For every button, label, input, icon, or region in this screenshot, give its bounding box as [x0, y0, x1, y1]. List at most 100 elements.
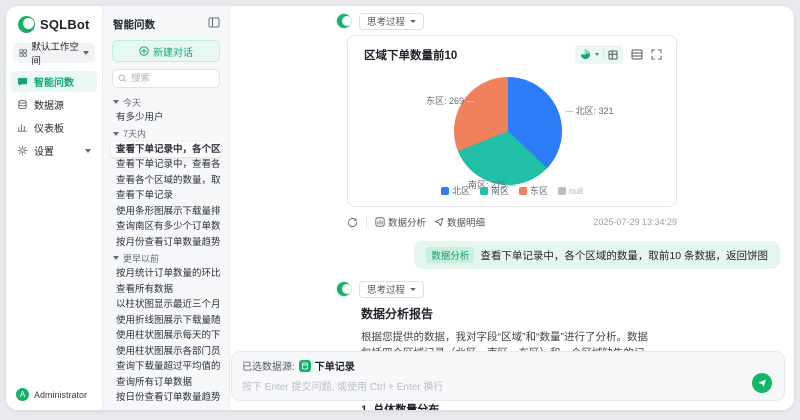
user-account[interactable]: A Administrator	[6, 380, 102, 410]
chat-area: 思考过程 区域下单数量前10 北区: 321 东区: 269 南区: 275 北…	[230, 6, 794, 410]
report-section-heading: 1. 总体数量分布	[361, 404, 440, 410]
history-item[interactable]: 查看下单记录中，查看各个区域的...	[111, 157, 221, 173]
history-item[interactable]: 查询所有订单数据	[111, 375, 221, 391]
divider	[603, 49, 604, 60]
nav-label: 设置	[34, 147, 54, 158]
history-list: 今天 有多少用户 7天内 查看下单记录中，各个区域的数量...查看下单记录中，查…	[103, 90, 229, 410]
legend-item[interactable]: null	[558, 186, 583, 196]
legend-swatch	[479, 186, 488, 195]
sidebar-item-smart-qa[interactable]: 智能问数	[11, 71, 97, 92]
search-box[interactable]	[112, 69, 220, 88]
history-item[interactable]: 按月份查看订单数量趋势，使用折...	[111, 235, 221, 251]
input-placeholder[interactable]: 按下 Enter 提交问题, 或使用 Ctrl + Enter 换行	[242, 378, 774, 393]
app-window: SQLBot 默认工作空间 智能问数 数据源 仪表板 设置 A Administ…	[6, 6, 794, 410]
refresh-icon[interactable]	[347, 217, 358, 228]
datasource-label: 已选数据源:	[242, 362, 295, 373]
legend-swatch	[440, 186, 449, 195]
history-item[interactable]: 查看下单记录中，各个区域的数量...	[111, 141, 221, 157]
datasource-icon	[298, 359, 311, 372]
legend-swatch	[558, 186, 567, 195]
caret-down-icon	[113, 131, 119, 136]
new-conversation-label: 新建对话	[153, 47, 193, 59]
history-item[interactable]: 有多少用户	[111, 110, 221, 126]
history-group-7days[interactable]: 7天内	[111, 126, 221, 142]
grid-icon[interactable]	[608, 50, 618, 60]
group-label: 7天内	[123, 129, 147, 139]
history-item[interactable]: 查询下载量超过平均值的日期	[111, 359, 221, 375]
history-item[interactable]: 查看所有数据	[111, 282, 221, 298]
chevron-down-icon	[410, 19, 417, 23]
thinking-process-toggle[interactable]: 思考过程	[359, 12, 425, 30]
chevron-down-icon	[595, 53, 599, 56]
legend-item[interactable]: 北区	[440, 184, 470, 197]
sidebar-item-dashboard[interactable]: 仪表板	[11, 117, 97, 138]
fullscreen-icon	[651, 49, 662, 60]
history-item[interactable]: 查询南区有多少个订单数	[111, 219, 221, 235]
workspace-label: 默认工作空间	[31, 42, 79, 67]
thinking-process-toggle[interactable]: 思考过程	[359, 280, 425, 298]
bar-chart-icon	[17, 124, 28, 132]
thinking-label: 思考过程	[367, 17, 406, 28]
caret-down-icon	[113, 256, 119, 260]
user-name: Administrator	[34, 389, 88, 400]
history-item[interactable]: 以柱状图显示最近三个月的订单量	[111, 297, 221, 313]
analysis-icon	[375, 217, 385, 227]
question-input-box[interactable]: 已选数据源: 下单记录 按下 Enter 提交问题, 或使用 Ctrl + En…	[231, 351, 785, 401]
legend-item[interactable]: 南区	[479, 184, 509, 197]
pie-chart-icon	[580, 49, 591, 60]
legend-item[interactable]: 东区	[519, 184, 548, 197]
sidebar-item-settings[interactable]: 设置	[11, 140, 97, 161]
history-item[interactable]: 使用条形图展示下载量排名前五的日...	[111, 204, 221, 220]
nav-label: 智能问数	[34, 78, 74, 89]
assistant-message-header: 思考过程	[336, 12, 780, 30]
assistant-avatar	[336, 281, 352, 297]
history-item[interactable]: 查看各个区域的数量，取前10 条数...	[111, 173, 221, 189]
user-message-bubble: 数据分析 查看下单记录中，各个区域的数量，取前10 条数据，返回饼图	[414, 241, 780, 269]
sqlbot-logo-icon	[18, 16, 35, 33]
chart-type-switcher[interactable]	[575, 45, 623, 64]
group-label: 更早以前	[123, 253, 160, 264]
data-analysis-button[interactable]: 数据分析	[375, 215, 426, 229]
new-conversation-button[interactable]: 新建对话	[112, 40, 220, 62]
history-item[interactable]: 查看下单记录	[111, 188, 221, 204]
search-icon	[118, 74, 127, 83]
caret-down-icon	[113, 100, 119, 104]
table-icon	[631, 49, 643, 60]
sidebar-item-datasource[interactable]: 数据源	[11, 94, 97, 115]
database-icon	[18, 99, 27, 110]
analysis-tag: 数据分析	[426, 247, 475, 263]
send-button[interactable]	[752, 373, 772, 393]
table-view-button[interactable]	[631, 49, 643, 60]
message-timestamp: 2025-07-29 13:34:29	[593, 217, 677, 227]
leader-line	[466, 101, 474, 103]
pie-label-east: 东区: 269	[426, 94, 474, 107]
message-actions: 数据分析 数据明细 2025-07-29 13:34:29	[347, 215, 677, 229]
app-logo: SQLBot	[6, 6, 102, 41]
history-item[interactable]: 使用折线图展示下载量随日期的变...	[111, 313, 221, 329]
thinking-label: 思考过程	[367, 285, 406, 296]
fullscreen-button[interactable]	[651, 49, 662, 60]
group-label: 今天	[123, 97, 142, 108]
nav-label: 数据源	[34, 101, 64, 112]
history-group-earlier[interactable]: 更早以前	[111, 250, 221, 266]
history-item[interactable]: 按日份查看订单数量趋势，使用折...	[111, 390, 221, 406]
workspace-selector[interactable]: 默认工作空间	[13, 42, 95, 67]
history-group-today[interactable]: 今天	[111, 94, 221, 110]
search-input[interactable]	[131, 73, 211, 84]
collapse-panel-icon[interactable]	[208, 15, 220, 33]
legend-swatch	[519, 186, 527, 195]
data-detail-button[interactable]: 数据明细	[434, 215, 485, 229]
history-item[interactable]: 使用柱状图展示各部门员工数	[111, 344, 221, 360]
sidebar-nav: 智能问数 数据源 仪表板 设置	[6, 71, 102, 161]
chevron-down-icon	[83, 51, 89, 55]
sidebar: SQLBot 默认工作空间 智能问数 数据源 仪表板 设置 A Administ…	[6, 6, 103, 410]
chevron-down-icon	[85, 148, 91, 153]
history-item[interactable]: 按月统计订单数量的环比增长率	[111, 266, 221, 282]
history-item[interactable]: 使用柱状图展示每天的下载量变化	[111, 328, 221, 344]
chat-icon	[17, 77, 28, 86]
leader-line	[566, 111, 573, 113]
avatar: A	[16, 388, 29, 401]
message-list: 思考过程 区域下单数量前10 北区: 321 东区: 269 南区: 275 北…	[230, 6, 794, 410]
user-message-row: 数据分析 查看下单记录中，各个区域的数量，取前10 条数据，返回饼图	[336, 241, 780, 269]
